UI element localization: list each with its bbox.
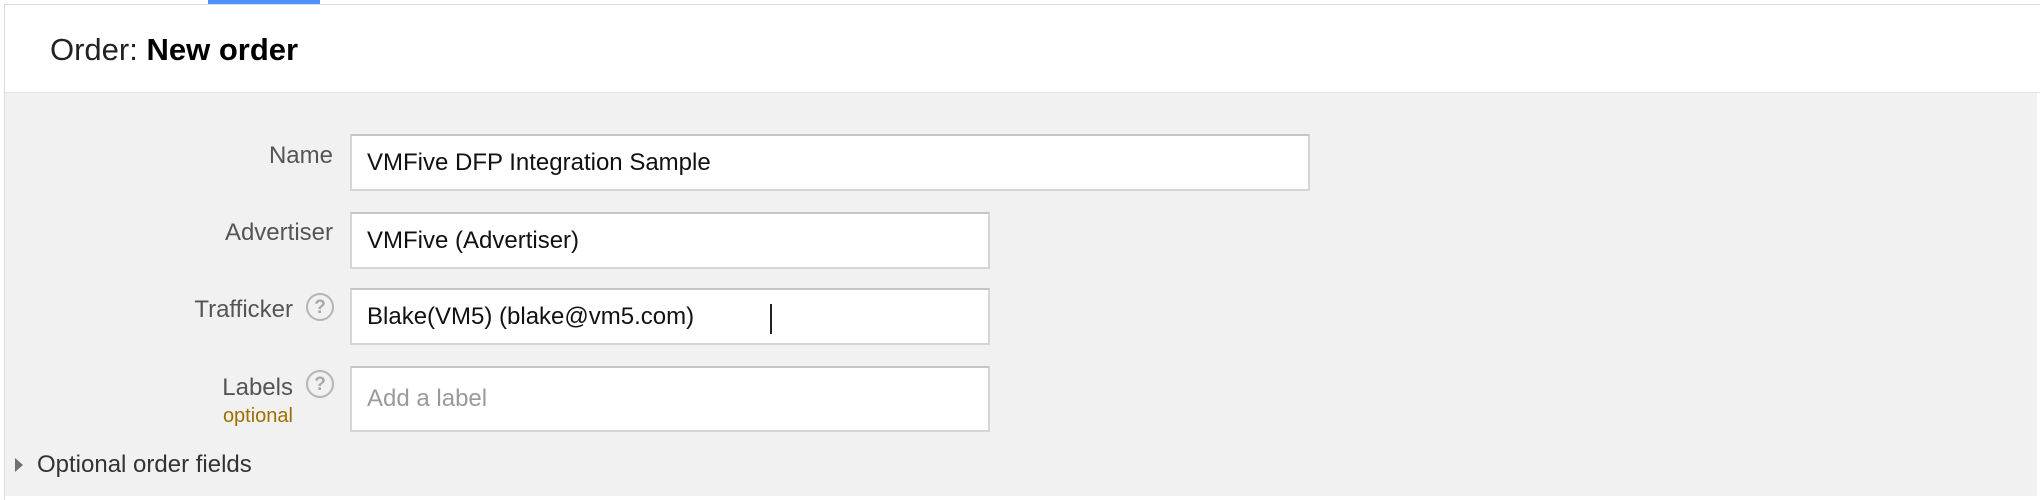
labels-label: Labels [222,374,293,401]
optional-order-fields-toggle[interactable]: Optional order fields [15,449,252,481]
labels-input[interactable] [350,366,990,432]
name-label: Name [268,142,333,169]
trafficker-label: Trafficker [194,296,293,323]
optional-order-fields-label: Optional order fields [37,451,252,478]
advertiser-label: Advertiser [224,219,333,246]
page-title-prefix: Order: [50,32,138,67]
labels-help-icon[interactable]: ? [306,370,334,398]
trafficker-input[interactable] [350,288,990,345]
page-title-value: New order [146,32,299,67]
advertiser-input[interactable] [350,212,990,269]
name-input[interactable] [350,134,1310,191]
form-right-edge [2037,93,2040,496]
triangle-right-icon [15,458,23,472]
labels-optional-tag: optional [222,405,293,427]
page-header: Order: New order [5,5,2040,93]
page-title: Order: New order [50,32,298,68]
text-cursor [770,304,772,334]
order-page: Order: New order Name Advertiser Traffic… [0,0,2044,500]
trafficker-help-icon[interactable]: ? [306,293,334,321]
